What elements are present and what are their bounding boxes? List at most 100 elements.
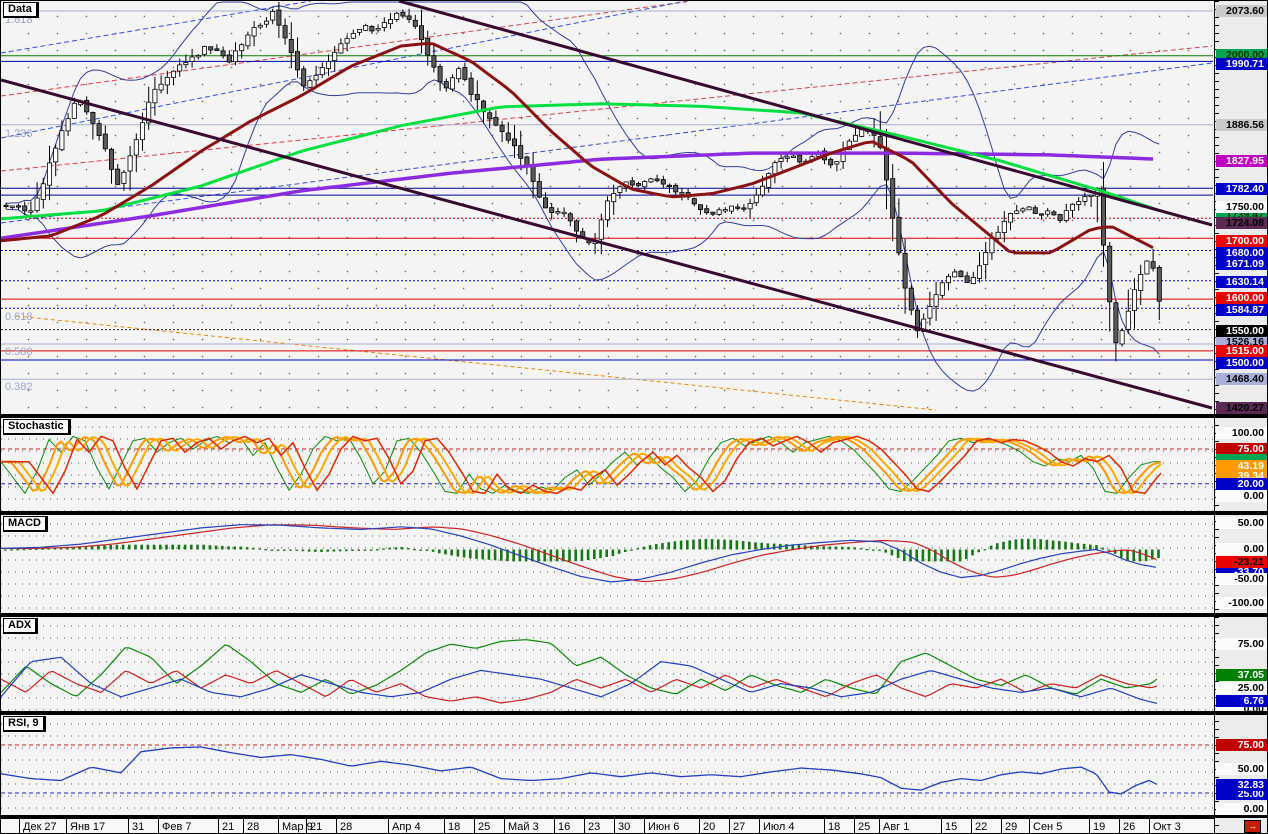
time-axis-tick: [19, 819, 20, 833]
time-axis-label: 23: [588, 821, 601, 833]
panel-separator: [1, 414, 1267, 418]
time-axis-tick: [474, 819, 475, 833]
time-axis-tick: [306, 819, 307, 833]
time-axis-label: 27: [733, 821, 746, 833]
fibonacci-level-label: 1.236: [5, 128, 33, 140]
time-axis-label: 26: [1123, 821, 1136, 833]
price-axis-label: 1600.00: [1216, 292, 1267, 304]
price-axis-label: 32.83: [1216, 779, 1267, 791]
time-axis-label: 20: [703, 821, 716, 833]
time-axis-tick: [941, 819, 942, 833]
time-axis-label: 28: [340, 821, 353, 833]
price-axis-label: 0.00: [1216, 490, 1267, 502]
fibonacci-level-label: 0.382: [5, 381, 33, 393]
price-axis-label: 1990.71: [1216, 58, 1267, 70]
chart-window: 1.618 1.236 0.618 0.500 0.382 Data Stochasti…: [0, 0, 1268, 834]
time-axis-tick: [759, 819, 760, 833]
time-axis-label: 28: [247, 821, 260, 833]
time-axis-label: Сен 5: [1033, 821, 1063, 833]
price-axis-label: 1550.00: [1216, 325, 1267, 337]
rsi-panel[interactable]: RSI, 9: [1, 715, 1214, 815]
price-axis-label: 1680.00: [1216, 247, 1267, 259]
adx-panel[interactable]: ADX: [1, 617, 1214, 711]
price-axis-label: 1515.00: [1216, 345, 1267, 357]
price-axis-label: 6.76: [1216, 695, 1267, 707]
time-axis-label: 18: [828, 821, 841, 833]
time-axis-label: 21: [222, 821, 235, 833]
price-axis-label: 1724.08: [1216, 217, 1267, 229]
time-axis-label: 25: [478, 821, 491, 833]
fibonacci-level-label: 0.500: [5, 346, 33, 358]
price-axis-label: 1827.95: [1216, 155, 1267, 167]
time-axis-tick: [388, 819, 389, 833]
time-axis-tick: [1119, 819, 1120, 833]
time-axis-tick: [1089, 819, 1090, 833]
price-axis-label: -50.00: [1216, 573, 1267, 585]
time-axis-label: Окт 3: [1153, 821, 1181, 833]
tab-rsi[interactable]: RSI, 9: [3, 716, 46, 732]
time-axis-label: Май 3: [508, 821, 539, 833]
price-axis-label: 1782.40: [1216, 183, 1267, 195]
price-axis-label: 25.00: [1216, 682, 1267, 694]
tab-data[interactable]: Data: [3, 2, 39, 18]
price-axis-label: 0.00: [1216, 803, 1267, 815]
tab-macd[interactable]: MACD: [3, 516, 48, 532]
price-axis-label: 1886.56: [1216, 119, 1267, 131]
stochastic-canvas: [1, 435, 1213, 495]
time-axis-label: 29: [1005, 821, 1018, 833]
time-axis-tick: [854, 819, 855, 833]
price-axis-label: 1420.27: [1216, 402, 1267, 414]
price-axis-label: 43.19: [1216, 460, 1267, 472]
time-axis-label: 15: [945, 821, 958, 833]
price-axis-label: 75.00: [1216, 638, 1267, 650]
time-axis-label: Мар 9: [282, 821, 313, 833]
time-axis-tick: [243, 819, 244, 833]
macd-panel[interactable]: MACD: [1, 515, 1214, 613]
time-axis-tick: [218, 819, 219, 833]
time-axis-tick: [971, 819, 972, 833]
panel-separator: [1, 815, 1267, 818]
time-axis-tick: [444, 819, 445, 833]
rsi-canvas: [1, 744, 1213, 795]
price-axis-label: 1468.40: [1216, 373, 1267, 385]
scroll-right-button[interactable]: →: [1244, 820, 1261, 833]
price-axis-label: 75.00: [1216, 739, 1267, 751]
price-axis-label: -100.00: [1216, 597, 1267, 609]
tab-stochastic[interactable]: Stochastic: [3, 419, 71, 435]
price-axis-label: 50.00: [1216, 517, 1267, 529]
time-axis-tick: [1029, 819, 1030, 833]
time-axis-label: Дек 27: [23, 821, 57, 833]
macd-canvas: [1, 524, 1160, 583]
price-axis-label: 1671.09: [1216, 258, 1267, 270]
stochastic-panel[interactable]: Stochastic: [1, 418, 1214, 511]
time-axis-tick: [128, 819, 129, 833]
time-axis-label: Авг 1: [883, 821, 910, 833]
price-axis-label: -23.21: [1216, 556, 1267, 568]
time-axis-label: 22: [975, 821, 988, 833]
time-axis-tick: [504, 819, 505, 833]
time-axis-label: Июн 6: [648, 821, 680, 833]
time-axis-tick: [554, 819, 555, 833]
time-axis-tick: [278, 819, 279, 833]
time-axis-tick: [824, 819, 825, 833]
time-axis-label: Фев 7: [162, 821, 192, 833]
time-axis-tick: [1001, 819, 1002, 833]
price-axis-label: 1630.14: [1216, 276, 1267, 288]
price-axis-label: 0.00: [1216, 543, 1267, 555]
time-axis-tick: [699, 819, 700, 833]
price-chart-panel[interactable]: 1.618 1.236 0.618 0.500 0.382 Data: [1, 1, 1214, 414]
time-axis-label: 18: [448, 821, 461, 833]
time-axis-label: 25: [858, 821, 871, 833]
panel-separator: [1, 711, 1267, 715]
price-axis-label: 100.00: [1216, 427, 1267, 439]
time-axis-label: 16: [558, 821, 571, 833]
panel-separator: [1, 613, 1267, 617]
fibonacci-level-label: 0.618: [5, 311, 33, 323]
time-axis-label: 30: [618, 821, 631, 833]
adx-canvas: [1, 639, 1158, 704]
price-axis-label: 1584.87: [1216, 304, 1267, 316]
time-axis-label: Янв 17: [70, 821, 106, 833]
time-axis-label: 19: [1093, 821, 1106, 833]
tab-adx[interactable]: ADX: [3, 618, 39, 634]
time-axis-tick: [614, 819, 615, 833]
